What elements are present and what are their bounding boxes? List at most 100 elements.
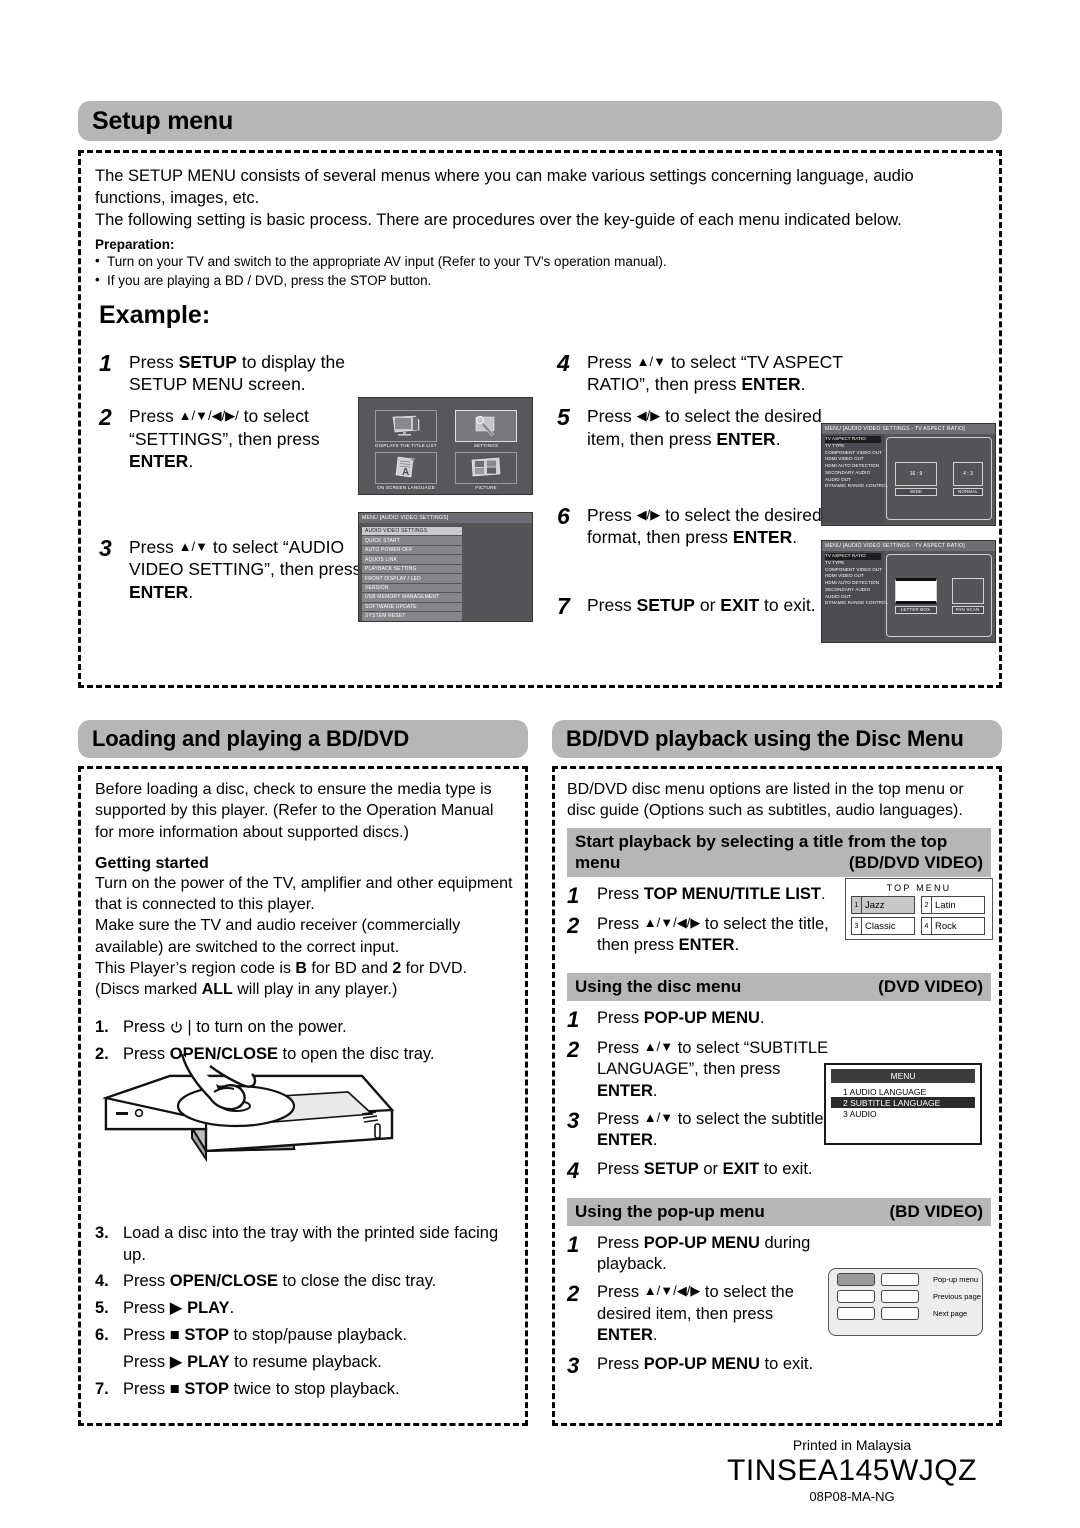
step-text: Press ▲/▼ to select “TV ASPECT RATIO”, t… bbox=[587, 352, 843, 395]
step-text: Press OPEN/CLOSE to close the disc tray. bbox=[123, 1272, 437, 1291]
remote-button bbox=[837, 1273, 875, 1286]
step-text: Press POP-UP MENU during playback. bbox=[597, 1233, 811, 1274]
page-footer: Printed in Malaysia TINSEA145WJQZ 08P08-… bbox=[692, 1437, 1012, 1504]
play-icon: ▶ bbox=[169, 1352, 183, 1371]
cell-label: Jazz bbox=[862, 899, 885, 911]
osd-cell-caption: DISPLAYS THE TITLE LIST bbox=[375, 443, 437, 448]
step-row: 1 Press SETUP to display the SETUP MENU … bbox=[99, 351, 369, 395]
osd-menu-item: VERSION bbox=[362, 583, 462, 593]
osd-submenu-item: TV TYPE bbox=[825, 559, 845, 565]
subsection-tag: (DVD VIDEO) bbox=[878, 976, 983, 996]
step-number: 1 bbox=[567, 883, 580, 909]
cell-label: Latin bbox=[935, 899, 956, 911]
osd-tv-aspect-ratio-format: MENU [AUDIO VIDEO SETTINGS - TV ASPECT R… bbox=[821, 540, 996, 643]
step-row: 3 Press ▲/▼ to select “AUDIO VIDEO SETTI… bbox=[99, 536, 369, 603]
section-header-loading-playing: Loading and playing a BD/DVD bbox=[78, 720, 528, 758]
step-row: 5 Press ◀/▶ to select the desired item, … bbox=[557, 405, 857, 449]
remote-button bbox=[837, 1307, 875, 1320]
step-text: Press POP-UP MENU. bbox=[597, 1008, 765, 1027]
remote-button bbox=[837, 1290, 875, 1303]
osd-submenu-item: HDMI VIDEO OUT bbox=[825, 456, 864, 462]
load-step-row: 4. Press OPEN/CLOSE to close the disc tr… bbox=[95, 1271, 515, 1293]
osd-submenu-item: AUDIO OUT bbox=[825, 593, 851, 599]
step-number: 7 bbox=[557, 593, 570, 620]
manual-page: Setup menu The SETUP MENU consists of se… bbox=[0, 0, 1080, 1528]
setup-intro-block: The SETUP MENU consists of several menus… bbox=[95, 165, 975, 291]
row-label: AUDIO bbox=[849, 1108, 877, 1119]
cell-index: 3 bbox=[852, 918, 862, 934]
osd-menu-item: FRONT DISPLAY / LED bbox=[362, 574, 462, 583]
top-menu-cell: 3 Classic bbox=[851, 917, 915, 935]
dvd-menu-row: 3 AUDIO bbox=[831, 1108, 975, 1119]
osd-submenu-item: HDMI VIDEO OUT bbox=[825, 573, 864, 579]
step-text: Press ▲/▼/◀/▶ to select the desired item… bbox=[597, 1283, 794, 1345]
step-text: Press ▶ PLAY to resume playback. bbox=[123, 1352, 382, 1371]
setup-intro-line-2: The following setting is basic process. … bbox=[95, 211, 902, 230]
step-text: Press ▶ PLAY. bbox=[123, 1299, 235, 1318]
osd-menu-item: PLAYBACK SETTING bbox=[362, 564, 462, 574]
step-number: 4 bbox=[567, 1157, 580, 1183]
disc-step-row: 2 Press ▲/▼/◀/▶ to select the title, the… bbox=[567, 914, 832, 957]
osd-menu-item: AQUOS LINK bbox=[362, 555, 462, 564]
disc-loading-illustration bbox=[101, 1053, 395, 1163]
osd-format-preview bbox=[951, 577, 984, 604]
osd-submenu-item: SECONDARY AUDIO bbox=[825, 586, 871, 592]
step-number: 2 bbox=[567, 913, 580, 939]
osd-submenu-list: TV ASPECT RATIO TV TYPE COMPONENT VIDEO … bbox=[822, 434, 889, 523]
osd-aspect-preview: 4 : 3 bbox=[953, 461, 983, 486]
part-number: TINSEA145WJQZ bbox=[727, 1454, 977, 1487]
step-number: 3 bbox=[99, 535, 112, 562]
osd-submenu-item: HDMI AUTO DETECTION bbox=[825, 580, 880, 585]
getting-started-paragraph: Make sure the TV and audio receiver (com… bbox=[95, 917, 461, 956]
setup-intro-line-1: The SETUP MENU consists of several menus… bbox=[95, 167, 914, 208]
step-text: Press | to turn on the power. bbox=[123, 1018, 347, 1037]
example-steps-left: 1 Press SETUP to display the SETUP MENU … bbox=[99, 351, 369, 613]
getting-started-paragraph: This Player’s region code is B for BD an… bbox=[95, 959, 468, 999]
osd-submenu-item: DYNAMIC RANGE CONTROL bbox=[825, 483, 889, 489]
osd-submenu-item: TV TYPE bbox=[825, 442, 845, 448]
step-text: Press SETUP to display the SETUP MENU sc… bbox=[129, 352, 345, 395]
step-text: Press ▲/▼/◀/▶/ to select “SETTINGS”, the… bbox=[129, 406, 320, 471]
printed-in-label: Printed in Malaysia bbox=[792, 1437, 912, 1453]
disc-step-row: 2 Press ▲/▼ to select “SUBTITLE LANGUAGE… bbox=[567, 1038, 832, 1102]
example-label: Example: bbox=[99, 301, 211, 329]
osd-submenu-item: HDMI AUTO DETECTION bbox=[825, 463, 880, 468]
osd-cell-settings: SETTINGS bbox=[455, 410, 517, 448]
osd-aspect-option-wide: 16 : 9 WIDE bbox=[895, 461, 937, 496]
osd-aspect-option-label: NORMAL bbox=[953, 487, 983, 496]
osd-menu-list: AUDIO VIDEO SETTINGS QUICK START AUTO PO… bbox=[359, 523, 532, 621]
subsection-header-top-menu: Start playback by selecting a title from… bbox=[567, 827, 991, 878]
osd-cell-title-list: DISPLAYS THE TITLE LIST bbox=[375, 410, 437, 448]
disc-step-row: 1 Press TOP MENU/TITLE LIST. bbox=[567, 884, 832, 907]
remote-button bbox=[881, 1290, 919, 1303]
step-text: Press ▲/▼/◀/▶ to select the title, then … bbox=[597, 915, 829, 955]
section-header-setup-menu: Setup menu bbox=[78, 101, 1002, 141]
loading-intro: Before loading a disc, check to ensure t… bbox=[95, 781, 494, 841]
play-icon: ▶ bbox=[169, 1299, 183, 1318]
cell-index: 4 bbox=[922, 918, 932, 934]
getting-started-label: Getting started bbox=[95, 854, 209, 872]
step-number: 1 bbox=[567, 1006, 580, 1032]
osd-format-option-panscan: PAN SCAN bbox=[951, 577, 984, 614]
osd-aspect-option-label: WIDE bbox=[895, 487, 937, 496]
cell-index: 2 bbox=[922, 897, 932, 913]
step-text: Press SETUP or EXIT to exit. bbox=[587, 595, 816, 616]
osd-cell-caption: SETTINGS bbox=[473, 443, 499, 448]
osd-menu-item: QUICK START bbox=[362, 536, 462, 545]
step-number: 2 bbox=[567, 1036, 580, 1062]
osd-menu-item: SOFTWARE UPDATE bbox=[362, 602, 462, 612]
load-step-row: Press ▶ PLAY to resume playback. bbox=[95, 1352, 515, 1374]
step-text: Load a disc into the tray with the print… bbox=[123, 1223, 499, 1264]
osd-submenu-item: DYNAMIC RANGE CONTROL bbox=[825, 600, 889, 606]
step-number: 1 bbox=[567, 1231, 580, 1257]
remote-button-label: Previous page bbox=[933, 1292, 981, 1301]
disc-step-row: 2 Press ▲/▼/◀/▶ to select the desired it… bbox=[567, 1282, 832, 1346]
step-text: Press ◀/▶ to select the desired format, … bbox=[587, 504, 822, 548]
row-label: SUBTITLE LANGUAGE bbox=[850, 1097, 941, 1108]
osd-menu-item: USB MEMORY MANAGEMENT bbox=[362, 593, 462, 602]
getting-started-paragraph: Turn on the power of the TV, amplifier a… bbox=[95, 874, 513, 914]
osd-audio-video-settings-list: MENU [AUDIO VIDEO SETTINGS] AUDIO VIDEO … bbox=[358, 512, 533, 622]
step-number: 1 bbox=[99, 350, 112, 376]
top-menu-cell: 2 Latin bbox=[921, 896, 985, 914]
setup-menu-panel: The SETUP MENU consists of several menus… bbox=[78, 150, 1002, 688]
